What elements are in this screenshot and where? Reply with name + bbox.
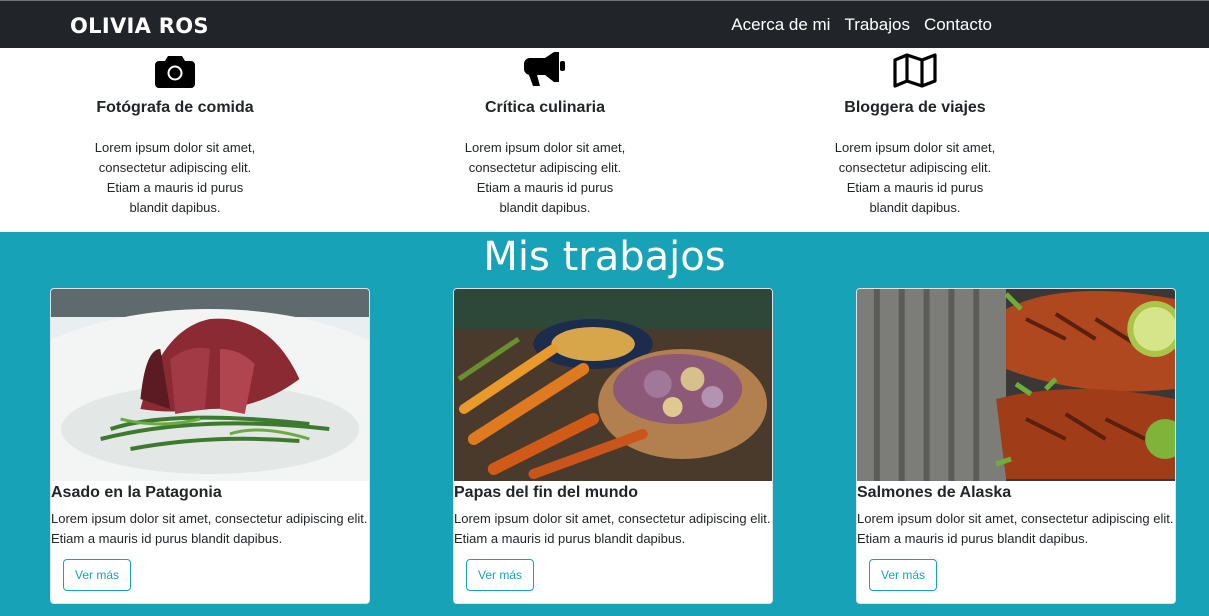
works-section: Mis trabajos Asado en la Patagonia Lorem… [0, 232, 1209, 616]
megaphone-icon [415, 48, 675, 88]
brand-logo[interactable]: OLIVIA ROS [70, 14, 209, 38]
work-card-asado: Asado en la Patagonia Lorem ipsum dolor … [50, 288, 370, 604]
works-title: Mis trabajos [483, 234, 726, 280]
ver-mas-button[interactable]: Ver más [63, 559, 131, 591]
service-title: Bloggera de viajes [844, 99, 986, 116]
card-title: Papas del fin del mundo [454, 484, 639, 501]
service-food-critic: Crítica culinaria Lorem ipsum dolor sit … [415, 48, 675, 218]
ver-mas-button[interactable]: Ver más [869, 559, 937, 591]
service-food-photographer: Fotógrafa de comida Lorem ipsum dolor si… [45, 48, 305, 218]
service-text: Lorem ipsum dolor sit amet, consectetur … [94, 140, 256, 215]
service-text: Lorem ipsum dolor sit amet, consectetur … [464, 140, 626, 215]
ver-mas-button[interactable]: Ver más [466, 559, 534, 591]
services-section: Fotógrafa de comida Lorem ipsum dolor si… [0, 48, 1209, 232]
card-title: Salmones de Alaska [857, 484, 1012, 501]
service-title: Crítica culinaria [484, 99, 606, 116]
card-title: Asado en la Patagonia [51, 484, 222, 501]
card-text: Lorem ipsum dolor sit amet, consectetur … [51, 511, 368, 546]
nav-links: Acerca de mi Trabajos Contacto [731, 15, 992, 35]
map-icon [785, 48, 1045, 88]
work-photo [454, 289, 772, 481]
card-text: Lorem ipsum dolor sit amet, consectetur … [857, 511, 1174, 546]
service-title: Fotógrafa de comida [96, 99, 254, 116]
camera-icon [45, 48, 305, 88]
card-text: Lorem ipsum dolor sit amet, consectetur … [454, 511, 771, 546]
nav-link-acerca[interactable]: Acerca de mi [731, 15, 830, 35]
service-text: Lorem ipsum dolor sit amet, consectetur … [834, 140, 996, 215]
work-card-papas: Papas del fin del mundo Lorem ipsum dolo… [453, 288, 773, 604]
navbar: OLIVIA ROS Acerca de mi Trabajos Contact… [0, 0, 1209, 48]
work-photo [857, 289, 1175, 481]
service-travel-blogger: Bloggera de viajes Lorem ipsum dolor sit… [785, 48, 1045, 218]
work-photo [51, 289, 369, 481]
work-card-salmones: Salmones de Alaska Lorem ipsum dolor sit… [856, 288, 1176, 604]
nav-link-contacto[interactable]: Contacto [924, 15, 992, 35]
nav-link-trabajos[interactable]: Trabajos [844, 15, 910, 35]
